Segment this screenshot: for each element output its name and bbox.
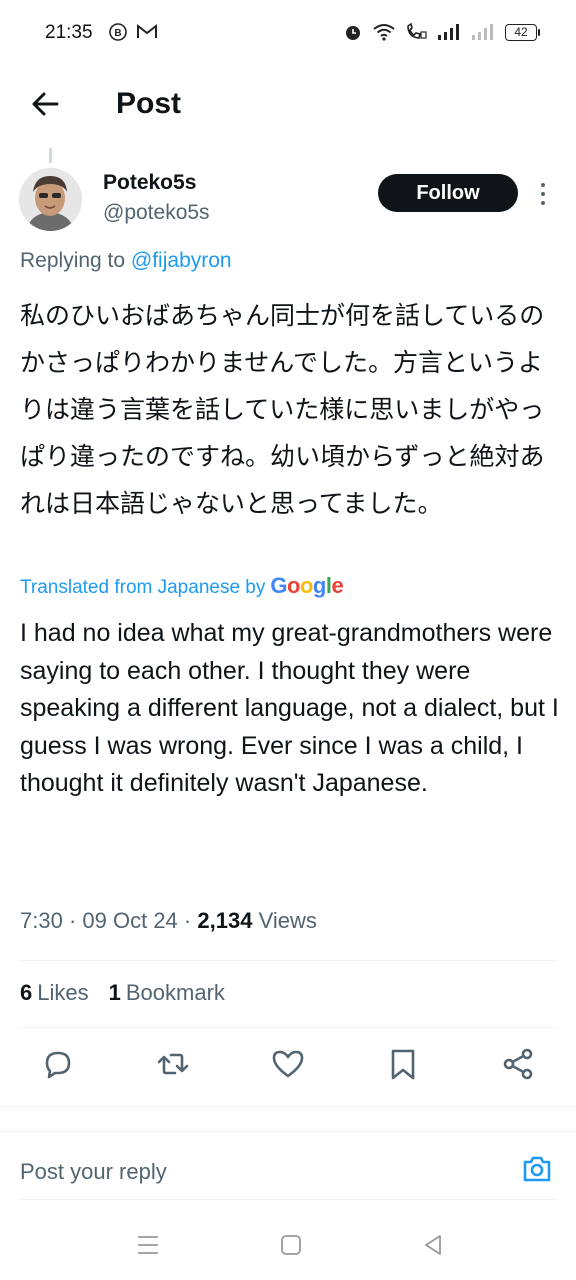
status-time: 21:35	[45, 22, 93, 43]
repost-button[interactable]	[155, 1046, 191, 1082]
top-app-bar: Post	[0, 70, 576, 140]
tweet-date: 09 Oct 24	[82, 908, 178, 933]
system-navigation-bar	[0, 1210, 576, 1280]
home-button[interactable]	[278, 1232, 304, 1258]
likes-count: 6	[20, 980, 33, 1005]
more-options-button[interactable]	[533, 180, 553, 208]
system-back-button[interactable]	[420, 1232, 446, 1258]
battery-indicator: 42	[505, 23, 540, 41]
likes-label: Likes	[37, 980, 89, 1005]
author-handle[interactable]: @poteko5s	[103, 201, 210, 225]
arrow-left-icon	[32, 92, 59, 116]
camera-button[interactable]	[521, 1153, 553, 1185]
like-icon	[272, 1050, 304, 1078]
back-button[interactable]	[28, 86, 64, 122]
engagement-stats: 6 Likes 1 Bookmark	[20, 980, 225, 1006]
battery-cap	[538, 28, 540, 36]
replying-mention-link[interactable]: @fijabyron	[131, 249, 232, 272]
repost-icon	[157, 1053, 189, 1075]
square-icon	[281, 1235, 301, 1255]
bookmark-button[interactable]	[385, 1046, 421, 1082]
meta-separator: ·	[183, 908, 198, 933]
action-bar	[0, 1046, 576, 1088]
signal-icon	[438, 24, 459, 40]
views-count: 2,134	[197, 908, 253, 933]
menu-icon	[138, 1236, 158, 1254]
views-label: Views	[258, 908, 317, 933]
page-title: Post	[116, 87, 182, 120]
call-icon	[407, 23, 427, 39]
reply-input-underline	[20, 1199, 556, 1200]
wifi-icon	[373, 24, 395, 41]
bookmarks-count: 1	[108, 980, 121, 1005]
reply-button[interactable]	[40, 1046, 76, 1082]
like-button[interactable]	[270, 1046, 306, 1082]
thread-connector-line	[49, 148, 52, 163]
replying-prefix: Replying to	[20, 249, 126, 272]
meta-separator: ·	[68, 908, 83, 933]
recents-button[interactable]	[135, 1232, 161, 1258]
status-bar: 21:35 B 42	[0, 0, 576, 66]
status-system-icons: 42	[343, 22, 540, 42]
translated-label[interactable]: Translated from Japanese by Google	[20, 573, 344, 599]
bookmarks-label: Bookmark	[125, 980, 225, 1005]
reply-icon	[45, 1051, 71, 1079]
tweet-meta: 7:30 · 09 Oct 24 · 2,134 Views	[20, 908, 317, 934]
status-notification-icons: B	[108, 22, 158, 42]
signal-weak-icon	[472, 24, 493, 40]
replying-to: Replying to @fijabyron	[20, 249, 232, 273]
tweet-text: 私のひいおばあちゃん同士が何を話しているのかさっぱりわかりませんでした。方言とい…	[20, 301, 545, 518]
bookmark-icon	[391, 1049, 415, 1080]
divider	[0, 1106, 576, 1107]
translated-label-text: Translated from Japanese by	[20, 577, 266, 598]
bookmarks-stat[interactable]: 1 Bookmark	[109, 980, 225, 1006]
triangle-back-icon	[425, 1235, 441, 1255]
share-button[interactable]	[500, 1046, 536, 1082]
translated-text: I had no idea what my great-grandmothers…	[20, 619, 559, 797]
tweet-time: 7:30	[20, 908, 63, 933]
follow-button[interactable]: Follow	[378, 174, 518, 212]
camera-icon	[523, 1156, 551, 1182]
svg-text:B: B	[114, 28, 121, 39]
battery-level: 42	[505, 23, 537, 41]
more-vertical-icon	[541, 183, 545, 205]
google-logo: Google	[270, 573, 344, 598]
divider	[0, 1131, 576, 1132]
likes-stat[interactable]: 6 Likes	[20, 980, 89, 1006]
divider	[20, 1027, 556, 1028]
profile-photo	[19, 168, 82, 231]
share-icon	[503, 1048, 533, 1080]
reply-input[interactable]	[20, 1155, 500, 1189]
gmail-icon	[137, 23, 157, 38]
avatar[interactable]	[19, 168, 82, 231]
author-display-name[interactable]: Poteko5s	[103, 171, 196, 195]
alarm-icon	[346, 26, 360, 40]
b-circle-icon: B	[109, 23, 127, 41]
divider	[20, 960, 556, 961]
